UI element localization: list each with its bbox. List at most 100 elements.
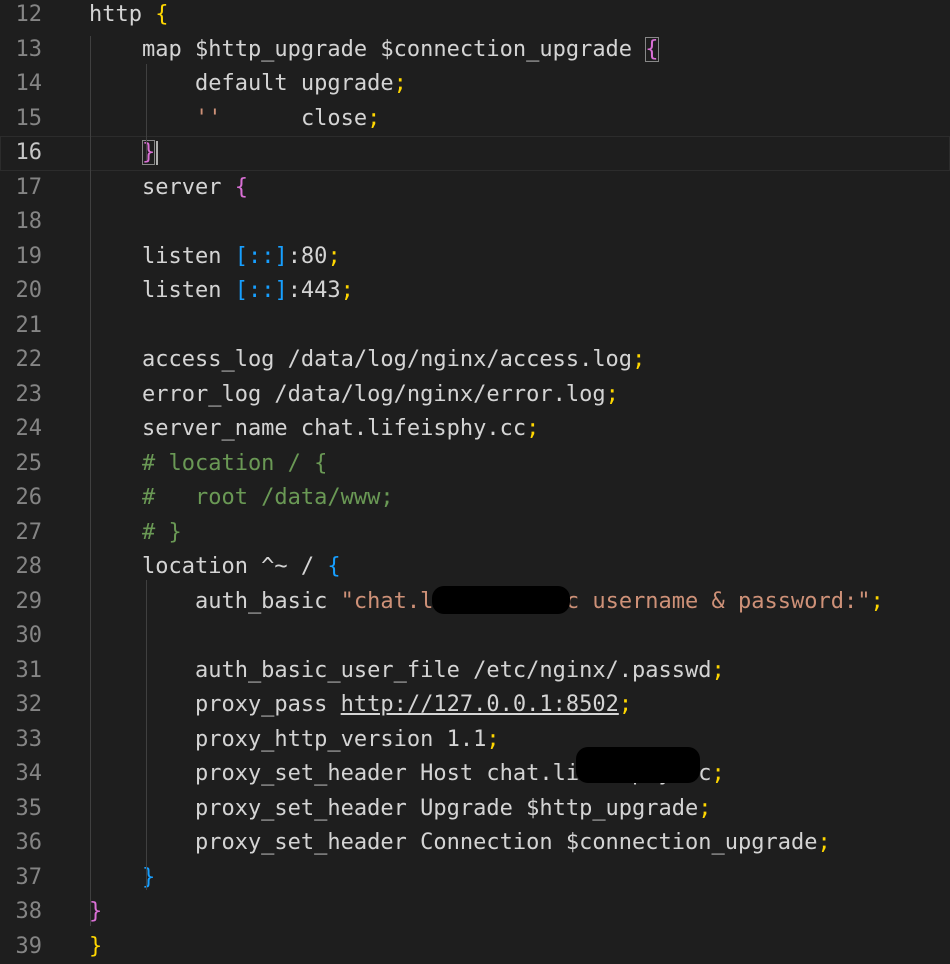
code-text[interactable]: proxy_http_version 1.1;: [89, 723, 500, 758]
line-number: 30: [0, 619, 42, 654]
code-line[interactable]: 34 proxy_set_header Host chat.lifeisphy.…: [0, 757, 950, 792]
line-number: 36: [0, 826, 42, 861]
code-text[interactable]: server_name chat.lifeisphy.cc;: [89, 412, 539, 447]
code-text[interactable]: listen [::]:443;: [89, 274, 354, 309]
line-number: 12: [0, 0, 42, 33]
line-number: 21: [0, 309, 42, 344]
code-line[interactable]: 27 # }: [0, 516, 950, 551]
code-line[interactable]: 25 # location / {: [0, 447, 950, 482]
line-number: 32: [0, 688, 42, 723]
code-text[interactable]: server {: [89, 171, 248, 206]
code-text[interactable]: # location / {: [89, 447, 327, 482]
code-token: listen: [89, 244, 235, 269]
code-token: [::]: [235, 244, 288, 269]
code-text[interactable]: listen [::]:80;: [89, 240, 341, 275]
code-token: ;: [341, 278, 354, 303]
code-token: [89, 865, 142, 890]
code-token: ;: [632, 347, 645, 372]
code-token: ;: [394, 71, 407, 96]
code-token: ;: [870, 589, 883, 614]
line-number: 17: [0, 171, 42, 206]
code-token: default upgrade: [89, 71, 394, 96]
code-token: }: [142, 865, 155, 890]
code-line[interactable]: 38}: [0, 895, 950, 930]
code-token: location ^~ /: [89, 554, 327, 579]
code-line[interactable]: 18: [0, 205, 950, 240]
line-number: 33: [0, 723, 42, 758]
line-number: 19: [0, 240, 42, 275]
code-line[interactable]: 36 proxy_set_header Connection $connecti…: [0, 826, 950, 861]
line-number: 22: [0, 343, 42, 378]
code-token: proxy_set_header Connection $connection_…: [89, 830, 817, 855]
code-line[interactable]: 12 http {: [0, 0, 950, 33]
code-line[interactable]: 32 proxy_pass http://127.0.0.1:8502;: [0, 688, 950, 723]
code-text[interactable]: # }: [89, 516, 182, 551]
code-line[interactable]: 22 access_log /data/log/nginx/access.log…: [0, 343, 950, 378]
code-token: :443: [288, 278, 341, 303]
code-line[interactable]: 21: [0, 309, 950, 344]
line-number: 26: [0, 481, 42, 516]
code-token: ;: [712, 761, 725, 786]
code-link[interactable]: http://127.0.0.1:8502: [341, 692, 619, 717]
code-token: "chat.lifeisphy.cc username & password:": [341, 589, 871, 614]
code-token: ;: [817, 830, 830, 855]
code-token: }: [89, 934, 102, 959]
code-text[interactable]: proxy_set_header Upgrade $http_upgrade;: [89, 792, 712, 827]
line-number: 16: [0, 136, 42, 171]
code-line[interactable]: 30: [0, 619, 950, 654]
code-token: [89, 140, 142, 165]
code-text[interactable]: }: [89, 136, 158, 171]
code-token: }: [142, 140, 155, 165]
code-token: ;: [486, 727, 499, 752]
code-token: :80: [288, 244, 328, 269]
code-text[interactable]: http {: [89, 0, 168, 33]
code-line[interactable]: 17 server {: [0, 171, 950, 206]
line-number: 31: [0, 654, 42, 689]
code-line[interactable]: 26 # root /data/www;: [0, 481, 950, 516]
code-text[interactable]: # root /data/www;: [89, 481, 394, 516]
line-number: 34: [0, 757, 42, 792]
code-line[interactable]: 23 error_log /data/log/nginx/error.log;: [0, 378, 950, 413]
code-line[interactable]: 16 }: [0, 136, 950, 171]
text-cursor: [156, 141, 158, 165]
line-number: 23: [0, 378, 42, 413]
code-token: [::]: [235, 278, 288, 303]
line-number: 25: [0, 447, 42, 482]
code-line[interactable]: 13 map $http_upgrade $connection_upgrade…: [0, 33, 950, 68]
code-line[interactable]: 19 listen [::]:80;: [0, 240, 950, 275]
code-token: auth_basic_user_file /etc/nginx/.passwd: [89, 658, 712, 683]
code-text[interactable]: proxy_set_header Connection $connection_…: [89, 826, 831, 861]
code-line[interactable]: 15 '' close;: [0, 102, 950, 137]
code-text[interactable]: proxy_pass http://127.0.0.1:8502;: [89, 688, 632, 723]
code-line[interactable]: 14 default upgrade;: [0, 67, 950, 102]
line-number: 14: [0, 67, 42, 102]
code-token: proxy_pass: [89, 692, 341, 717]
code-line[interactable]: 35 proxy_set_header Upgrade $http_upgrad…: [0, 792, 950, 827]
code-line[interactable]: 24 server_name chat.lifeisphy.cc;: [0, 412, 950, 447]
code-line[interactable]: 31 auth_basic_user_file /etc/nginx/.pass…: [0, 654, 950, 689]
code-text[interactable]: }: [89, 930, 102, 964]
redaction-mark: [432, 586, 570, 614]
code-line[interactable]: 28 location ^~ / {: [0, 550, 950, 585]
code-token: auth_basic: [89, 589, 341, 614]
code-token: ;: [367, 106, 380, 131]
code-text[interactable]: location ^~ / {: [89, 550, 341, 585]
code-text[interactable]: '' close;: [89, 102, 380, 137]
code-token: [89, 106, 195, 131]
code-text[interactable]: error_log /data/log/nginx/error.log;: [89, 378, 619, 413]
code-line[interactable]: 20 listen [::]:443;: [0, 274, 950, 309]
code-token: http: [89, 2, 155, 27]
code-text[interactable]: default upgrade;: [89, 67, 407, 102]
code-text[interactable]: access_log /data/log/nginx/access.log;: [89, 343, 645, 378]
code-line[interactable]: 33 proxy_http_version 1.1;: [0, 723, 950, 758]
code-line[interactable]: 39}: [0, 930, 950, 964]
code-text[interactable]: auth_basic_user_file /etc/nginx/.passwd;: [89, 654, 725, 689]
code-text[interactable]: map $http_upgrade $connection_upgrade {: [89, 33, 659, 68]
code-line[interactable]: 37 }: [0, 861, 950, 896]
code-token: server_name chat.lifeisphy.cc: [89, 416, 526, 441]
line-number: 24: [0, 412, 42, 447]
code-token: ;: [327, 244, 340, 269]
line-number: 39: [0, 930, 42, 964]
line-number: 38: [0, 895, 42, 930]
code-editor[interactable]: 12 http {13 map $http_upgrade $connection…: [0, 0, 950, 960]
